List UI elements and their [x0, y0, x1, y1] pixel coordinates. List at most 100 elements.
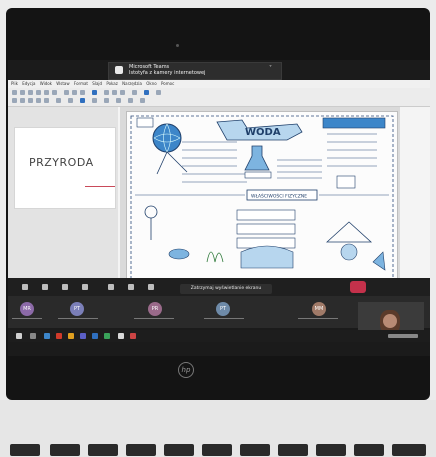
teams-icon [115, 66, 123, 74]
keyboard [0, 400, 436, 457]
redo-icon[interactable] [52, 90, 57, 95]
participants-strip: MR PT PR PT MM [8, 296, 430, 342]
keyboard-key [50, 444, 80, 456]
participant-avatar[interactable]: PT [70, 302, 84, 316]
slides-panel: PRZYRODA [8, 107, 118, 296]
rotate-icon[interactable] [92, 98, 97, 103]
teams-icon[interactable] [80, 333, 86, 339]
shadow-icon[interactable] [128, 98, 133, 103]
participant-name [204, 318, 244, 319]
image-icon[interactable] [112, 90, 117, 95]
chat-icon[interactable] [128, 284, 134, 290]
select-icon[interactable] [12, 98, 17, 103]
folder-icon[interactable] [68, 333, 74, 339]
participant-avatar[interactable]: PR [148, 302, 162, 316]
menu-item[interactable]: Plik [11, 81, 18, 86]
participant-avatar[interactable]: MR [20, 302, 34, 316]
table-icon[interactable] [104, 90, 109, 95]
participant-name [298, 318, 338, 319]
title-underline [85, 186, 115, 187]
fill-color-icon[interactable] [80, 98, 85, 103]
keyboard-key [316, 444, 346, 456]
participant-name [134, 318, 174, 319]
sketch-box-label: WŁAŚCIWOŚCI FIZYCZNE [251, 193, 307, 200]
cut-icon[interactable] [64, 90, 69, 95]
teams-toast-notification[interactable]: Microsoft Teams Istotyfa z kamery intern… [108, 62, 282, 80]
arrange-icon[interactable] [116, 98, 121, 103]
keyboard-key [164, 444, 194, 456]
keyboard-key [10, 444, 40, 456]
menu-item[interactable]: Pomoc [161, 81, 174, 86]
stop-sharing-button[interactable]: Zatrzymaj wyświetlanie ekranu [180, 284, 272, 294]
crop-icon[interactable] [140, 98, 145, 103]
menu-item[interactable]: Edycja [22, 81, 35, 86]
view-icon[interactable] [156, 90, 161, 95]
chrome-icon[interactable] [118, 333, 124, 339]
person-face [383, 314, 397, 328]
new-icon[interactable] [12, 90, 17, 95]
chevron-down-icon[interactable]: ˅ [269, 66, 275, 72]
arrow-icon[interactable] [56, 98, 61, 103]
keyboard-key [240, 444, 270, 456]
start-icon[interactable] [16, 333, 22, 339]
taskbar [8, 330, 430, 342]
menu-item[interactable]: Wstaw [56, 81, 69, 86]
save-icon[interactable] [28, 90, 33, 95]
raise-hand-icon[interactable] [108, 284, 114, 290]
webcam [176, 44, 179, 47]
word-icon[interactable] [92, 333, 98, 339]
keyboard-key [126, 444, 156, 456]
camera-icon[interactable] [22, 284, 28, 290]
copy-icon[interactable] [72, 90, 77, 95]
rectangle-icon[interactable] [36, 98, 41, 103]
menu-item[interactable]: Narzędzia [122, 81, 142, 86]
microphone-icon[interactable] [42, 284, 48, 290]
toast-message: Istotyfa z kamery internetowej [129, 70, 206, 76]
chart-icon[interactable] [120, 90, 125, 95]
sketchnote-drawing: WODA WŁAŚCIWOŚCI FIZYCZNE [130, 115, 394, 284]
keyboard-key [354, 444, 384, 456]
textbox-icon[interactable] [132, 90, 137, 95]
system-tray[interactable] [388, 334, 418, 338]
sketch-title: WODA [245, 127, 281, 138]
shapes-icon[interactable] [68, 98, 73, 103]
paste-icon[interactable] [80, 90, 85, 95]
edge-icon[interactable] [44, 333, 50, 339]
open-icon[interactable] [20, 90, 25, 95]
display-icon[interactable] [144, 90, 149, 95]
share-screen-icon[interactable] [62, 284, 68, 290]
participant-avatar[interactable]: MM [312, 302, 326, 316]
slide-thumbnail[interactable]: PRZYRODA [14, 127, 116, 209]
menu-item[interactable]: Pokaz [106, 81, 118, 86]
menu-item[interactable]: Format [74, 81, 88, 86]
app-icon[interactable] [56, 333, 62, 339]
pdf-icon[interactable] [130, 333, 136, 339]
line-icon[interactable] [28, 98, 33, 103]
zoom-icon[interactable] [20, 98, 25, 103]
toolbar [8, 88, 430, 107]
slideshow-icon[interactable] [92, 90, 97, 95]
ellipse-icon[interactable] [44, 98, 49, 103]
undo-icon[interactable] [44, 90, 49, 95]
participant-name [12, 318, 42, 319]
more-options-icon[interactable] [82, 284, 88, 290]
keyboard-key [278, 444, 308, 456]
participant-name [58, 318, 98, 319]
meeting-control-bar: Zatrzymaj wyświetlanie ekranu [8, 278, 430, 296]
keyboard-key [392, 444, 426, 456]
keyboard-key [202, 444, 232, 456]
menu-item[interactable]: Slajd [92, 81, 102, 86]
participant-avatar[interactable]: PT [216, 302, 230, 316]
print-icon[interactable] [36, 90, 41, 95]
libreoffice-icon[interactable] [104, 333, 110, 339]
participants-icon[interactable] [148, 284, 154, 290]
slide-canvas: WODA WŁAŚCIWOŚCI FIZYCZNE [120, 107, 400, 296]
hang-up-button[interactable] [350, 281, 366, 293]
menu-item[interactable]: Widok [40, 81, 52, 86]
search-icon[interactable] [30, 333, 36, 339]
keyboard-key [88, 444, 118, 456]
menu-item[interactable]: Okno [146, 81, 156, 86]
menu-bar: Plik Edycja Widok Wstaw Format Slajd Pok… [8, 80, 430, 88]
sketchnote-slide[interactable]: WODA WŁAŚCIWOŚCI FIZYCZNE [126, 111, 398, 288]
align-icon[interactable] [104, 98, 109, 103]
